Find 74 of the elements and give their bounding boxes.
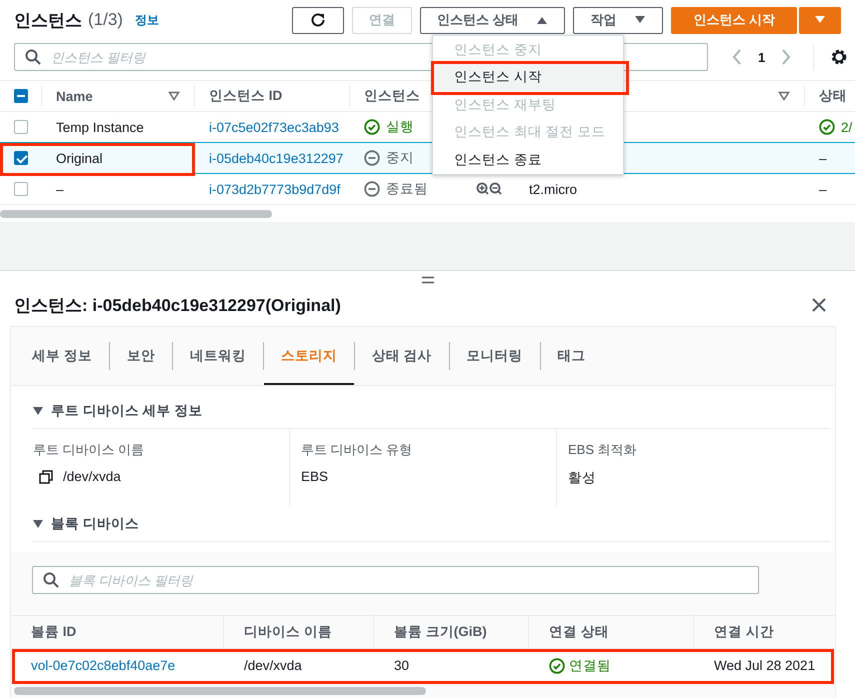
scrollbar[interactable] <box>14 687 426 695</box>
checkbox[interactable] <box>14 182 28 196</box>
tab[interactable]: 보안 <box>110 327 172 385</box>
caret-down-icon <box>814 15 826 25</box>
tab[interactable]: 세부 정보 <box>15 327 109 385</box>
attachment-status: 연결됨 <box>569 656 611 674</box>
column-header[interactable]: 상태 <box>819 87 847 105</box>
refresh-button[interactable] <box>292 6 344 34</box>
expand-triangle-icon[interactable] <box>33 407 43 415</box>
instance-id-link[interactable]: i-073d2b7773b9d7d9f <box>209 182 340 196</box>
search-icon <box>25 49 41 65</box>
launch-options-button[interactable] <box>799 6 841 34</box>
checkbox[interactable] <box>14 120 28 134</box>
tab[interactable]: 태그 <box>540 327 603 385</box>
sort-icon[interactable] <box>778 91 790 101</box>
instance-name: Original <box>56 150 103 166</box>
column-header[interactable]: 연결 시간 <box>714 623 774 641</box>
expand-triangle-icon[interactable] <box>33 520 43 528</box>
tab[interactable]: 네트워킹 <box>172 327 263 385</box>
selection-count: (1/3) <box>88 10 123 30</box>
column-header[interactable]: 인스턴스 ID <box>209 87 282 105</box>
caret-down-icon <box>634 15 646 25</box>
search-icon <box>43 572 59 588</box>
status-check: 2/ <box>841 120 852 134</box>
refresh-icon <box>308 11 327 29</box>
filter-field[interactable]: 블록 디바이스 필터링 <box>32 566 759 594</box>
instance-state: 실행 <box>386 118 414 136</box>
instance-name: – <box>56 182 64 196</box>
field-label: 루트 디바이스 유형 <box>301 441 414 459</box>
dropdown-button[interactable]: 작업 <box>573 6 664 34</box>
page-title: 인스턴스 <box>14 10 82 32</box>
drag-handle-icon[interactable] <box>422 276 434 284</box>
volume-size: 30 <box>394 658 410 673</box>
check-circle-icon <box>549 658 565 674</box>
device-name: /dev/xvda <box>244 658 302 673</box>
column-header[interactable]: 연결 상태 <box>549 623 609 641</box>
attach-time: Wed Jul 28 2021 <box>714 658 816 673</box>
close-icon[interactable] <box>811 297 827 313</box>
checkbox[interactable] <box>14 89 28 103</box>
instance-type: t2.micro <box>529 182 578 196</box>
status-check: – <box>819 182 827 196</box>
copy-icon[interactable] <box>39 470 53 484</box>
instance-state: 중지 <box>386 149 414 167</box>
field-value: EBS <box>301 469 328 484</box>
instance-id-link[interactable]: i-07c5e02f73ec3ab93 <box>209 120 339 134</box>
status-check: – <box>819 150 827 166</box>
dropdown-button[interactable]: 인스턴스 상태 <box>420 6 566 34</box>
page-number[interactable]: 1 <box>758 50 766 64</box>
check-circle-icon <box>819 119 835 135</box>
field-label: 루트 디바이스 이름 <box>33 441 146 459</box>
column-header[interactable]: Name <box>56 88 93 104</box>
section-title[interactable]: 블록 디바이스 <box>51 515 139 533</box>
tab[interactable]: 상태 검사 <box>354 327 449 385</box>
panel-title: 인스턴스: i-05deb40c19e312297(Original) <box>14 294 342 316</box>
field-value: 활성 <box>568 469 596 487</box>
minus-circle-icon <box>364 150 380 166</box>
settings-icon[interactable] <box>830 48 848 66</box>
section-title[interactable]: 루트 디바이스 세부 정보 <box>51 402 202 420</box>
check-circle-icon <box>364 119 380 135</box>
field-label: EBS 최적화 <box>568 441 638 459</box>
field-value: /dev/xvda <box>63 469 121 484</box>
tab[interactable]: 모니터링 <box>450 327 540 385</box>
column-header[interactable]: 인스턴스 <box>364 87 420 105</box>
instance-id-link[interactable]: i-05deb40c19e312297 <box>209 150 344 166</box>
instance-state: 종료됨 <box>386 180 428 198</box>
sort-icon[interactable] <box>168 91 180 101</box>
minus-circle-icon <box>364 181 380 197</box>
info-link[interactable]: 정보 <box>134 12 159 28</box>
menu-item[interactable]: 인스턴스 종료 <box>433 146 623 174</box>
caret-up-icon <box>536 15 548 25</box>
column-header[interactable]: 볼륨 ID <box>31 623 76 641</box>
instance-name: Temp Instance <box>56 120 144 134</box>
scrollbar[interactable] <box>0 210 272 218</box>
checkbox[interactable] <box>14 151 28 165</box>
